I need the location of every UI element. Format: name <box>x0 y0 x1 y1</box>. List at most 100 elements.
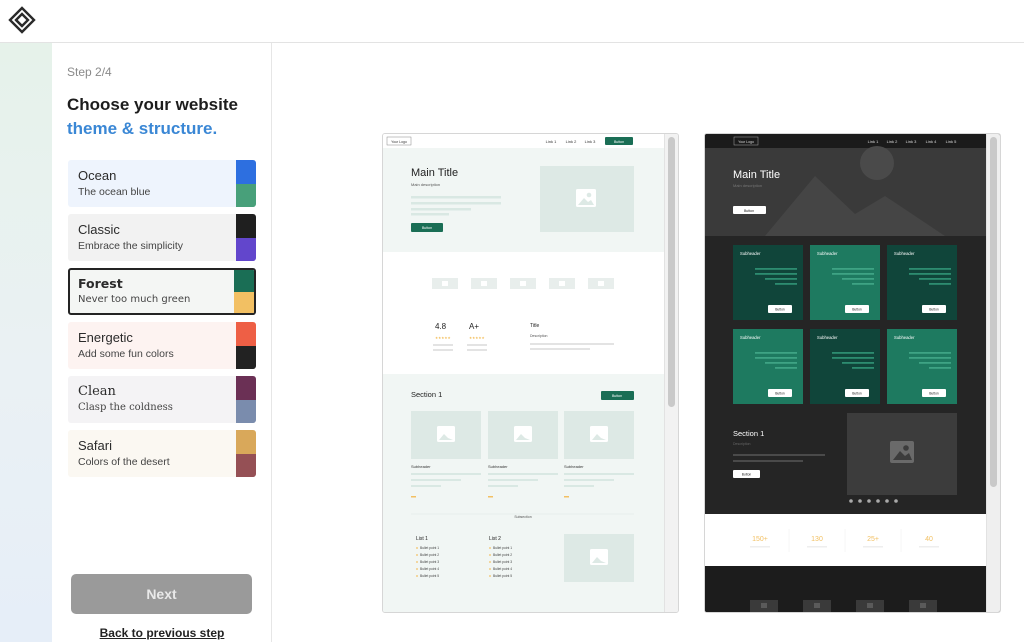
theme-option-safari[interactable]: Safari Colors of the desert <box>68 430 256 477</box>
theme-desc: Add some fun colors <box>78 348 174 360</box>
nav-link: Link 3 <box>585 139 596 144</box>
color-swatch-primary <box>236 160 256 184</box>
scrollbar-thumb[interactable] <box>990 137 997 487</box>
card-subheader: Subheader <box>740 251 761 256</box>
preview-light-layout[interactable]: Your Logo Link 1 Link 2 Link 3 Button Ma… <box>382 133 679 613</box>
stat-value: 25+ <box>867 536 879 543</box>
title-line-2: theme & structure. <box>67 119 218 138</box>
color-swatch-secondary <box>236 237 256 261</box>
card-subheader: Subheader <box>488 464 508 469</box>
hero-title: Main Title <box>411 167 458 179</box>
bullet-point: Bullet point 1 <box>420 546 439 550</box>
color-swatch-primary <box>234 270 254 292</box>
social-icon <box>876 499 880 503</box>
image-placeholder-icon <box>514 426 532 442</box>
section-title: Section 1 <box>733 429 764 438</box>
top-bar <box>0 0 1024 43</box>
color-swatch-secondary <box>236 183 256 207</box>
theme-desc: Embrace the simplicity <box>78 240 184 252</box>
image-placeholder-icon <box>437 426 455 442</box>
stats-title: Title <box>530 323 539 329</box>
dark-preview-scrollbar[interactable] <box>986 134 1000 612</box>
bullet-point: Bullet point 2 <box>493 553 512 557</box>
bullet-point: Bullet point 5 <box>420 574 439 578</box>
bullet-point: Bullet point 1 <box>493 546 512 550</box>
color-swatch-secondary <box>236 453 256 477</box>
color-swatch-primary <box>236 430 256 454</box>
theme-list: Ocean The ocean blue Classic Embrace the… <box>68 160 256 484</box>
preview-area: Your Logo Link 1 Link 2 Link 3 Button Ma… <box>272 43 1024 642</box>
light-preview-scrollbar[interactable] <box>664 134 678 612</box>
stat-value: 130 <box>811 536 823 543</box>
nav-link: Link 5 <box>946 139 957 144</box>
bullet-point: Bullet point 3 <box>493 560 512 564</box>
app-logo-icon[interactable] <box>8 6 36 34</box>
preview-dark-layout[interactable]: Your Logo Link 1 Link 2 Link 3 Link 4 Li… <box>704 133 1001 613</box>
nav-button-label: Button <box>614 140 624 144</box>
color-swatch-primary <box>236 376 256 400</box>
nav-link: Link 1 <box>868 139 879 144</box>
stat-stars: ★★★★★ <box>469 336 486 340</box>
stat-value: 150+ <box>752 536 768 543</box>
nav-link: Link 4 <box>926 139 937 144</box>
theme-panel: Step 2/4 Choose your website theme & str… <box>52 43 272 642</box>
theme-desc: Never too much green <box>78 294 191 305</box>
card-button-label: Button <box>929 392 939 396</box>
color-swatch-primary <box>236 322 256 346</box>
theme-option-ocean[interactable]: Ocean The ocean blue <box>68 160 256 207</box>
stat-grade: A+ <box>469 322 479 331</box>
theme-name: Safari <box>78 438 112 453</box>
section-title: Section 1 <box>411 390 442 399</box>
card-button-label: Button <box>852 392 862 396</box>
social-icon <box>894 499 898 503</box>
hero-title: Main Title <box>733 169 780 181</box>
card-subheader: Subheader <box>411 464 431 469</box>
dark-layout-mockup: Your Logo Link 1 Link 2 Link 3 Link 4 Li… <box>705 134 986 612</box>
stat-rating: 4.8 <box>435 322 447 331</box>
back-to-previous-step-link[interactable]: Back to previous step <box>52 626 272 640</box>
card-subheader: Subheader <box>894 251 915 256</box>
list2-title: List 2 <box>489 536 501 542</box>
color-swatch-secondary <box>236 399 256 423</box>
hero-desc: Main description <box>733 183 762 188</box>
next-button[interactable]: Next <box>71 574 252 614</box>
theme-desc: The ocean blue <box>78 186 151 198</box>
social-icon <box>885 499 889 503</box>
nav-link: Link 1 <box>546 139 557 144</box>
theme-desc: Colors of the desert <box>78 456 170 468</box>
theme-option-energetic[interactable]: Energetic Add some fun colors <box>68 322 256 369</box>
nav-link: Link 2 <box>887 139 898 144</box>
nav-logo: Your Logo <box>738 140 754 144</box>
stats-desc: Description <box>530 334 548 338</box>
bullet-point: Bullet point 4 <box>493 567 512 571</box>
page-title: Choose your website theme & structure. <box>67 93 267 141</box>
nav-logo: Your Logo <box>391 140 407 144</box>
stat-stars: ★★★★★ <box>435 336 452 340</box>
hero-button-label: Button <box>744 209 754 213</box>
color-swatch-secondary <box>234 291 254 313</box>
theme-option-classic[interactable]: Classic Embrace the simplicity <box>68 214 256 261</box>
theme-name: Classic <box>78 222 120 237</box>
subsection-label: Subsection <box>514 515 531 519</box>
theme-option-clean[interactable]: Clean Clasp the coldness <box>68 376 256 423</box>
section-button-label: Button <box>612 394 622 398</box>
image-placeholder-icon <box>576 189 596 207</box>
card-subheader: Subheader <box>817 335 838 340</box>
card-button-label: Button <box>852 308 862 312</box>
card-button-label: Button <box>929 308 939 312</box>
bullet-point: Bullet point 2 <box>420 553 439 557</box>
bullet-point: Bullet point 4 <box>420 567 439 571</box>
social-icon <box>849 499 853 503</box>
theme-name: Forest <box>78 276 123 291</box>
bullet-point: Bullet point 5 <box>493 574 512 578</box>
social-icon <box>867 499 871 503</box>
hero-desc: Main description <box>411 182 440 187</box>
nav-link: Link 3 <box>906 139 917 144</box>
stat-value: 40 <box>925 536 933 543</box>
scrollbar-thumb[interactable] <box>668 137 675 407</box>
theme-name: Energetic <box>78 330 133 345</box>
card-subheader: Subheader <box>817 251 838 256</box>
card-subheader: Subheader <box>740 335 761 340</box>
card-button-label: Button <box>775 392 785 396</box>
theme-option-forest[interactable]: Forest Never too much green <box>68 268 256 315</box>
